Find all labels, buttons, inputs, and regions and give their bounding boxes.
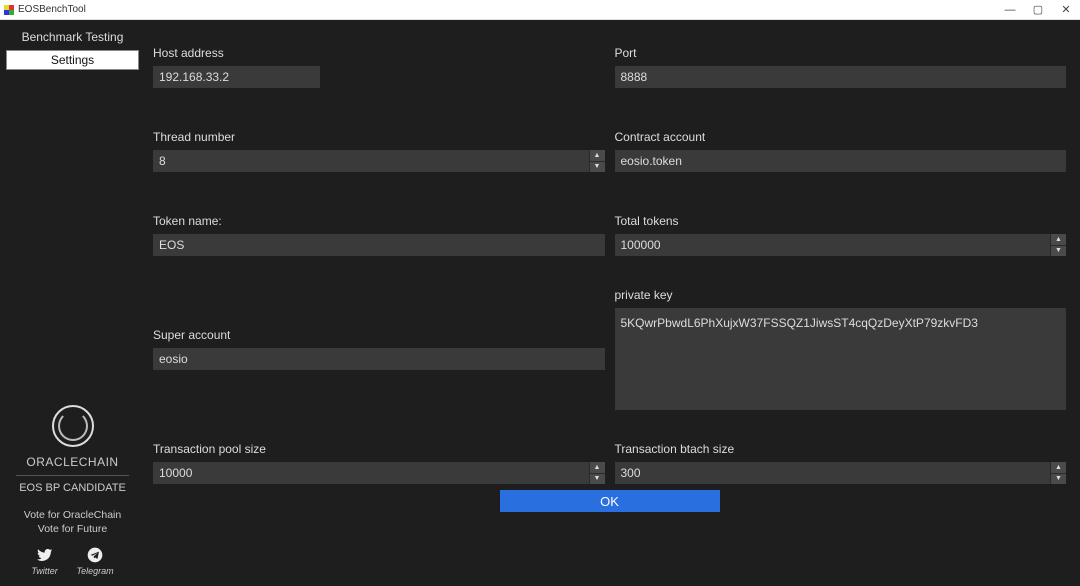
host-input[interactable] xyxy=(153,66,320,88)
host-label: Host address xyxy=(153,46,605,60)
brand-logo-icon xyxy=(52,405,94,447)
close-button[interactable]: ✕ xyxy=(1052,0,1080,20)
superacct-input[interactable] xyxy=(153,348,605,370)
token-label: Token name: xyxy=(153,214,605,228)
token-input[interactable] xyxy=(153,234,605,256)
sidebar-tab-settings[interactable]: Settings xyxy=(6,50,139,70)
total-spinner[interactable]: ▲▼ xyxy=(1050,234,1066,256)
superacct-label: Super account xyxy=(153,328,605,342)
batchsize-input[interactable] xyxy=(615,462,1067,484)
twitter-icon xyxy=(37,547,53,563)
brand-name: ORACLECHAIN xyxy=(16,455,129,476)
port-label: Port xyxy=(615,46,1067,60)
batchsize-label: Transaction btach size xyxy=(615,442,1067,456)
port-input[interactable] xyxy=(615,66,1067,88)
thread-input[interactable] xyxy=(153,150,605,172)
vote-line-1: Vote for OracleChain xyxy=(10,508,135,523)
window-titlebar: EOSBenchTool — ▢ ✕ xyxy=(0,0,1080,20)
contract-label: Contract account xyxy=(615,130,1067,144)
thread-spinner[interactable]: ▲▼ xyxy=(589,150,605,172)
poolsize-label: Transaction pool size xyxy=(153,442,605,456)
minimize-button[interactable]: — xyxy=(996,0,1024,20)
contract-input[interactable] xyxy=(615,150,1067,172)
settings-form: Host address Port Thread number ▲▼ xyxy=(145,20,1080,586)
maximize-button[interactable]: ▢ xyxy=(1024,0,1052,20)
sidebar-tab-benchmark[interactable]: Benchmark Testing xyxy=(0,26,145,48)
ok-button[interactable]: OK xyxy=(500,490,720,512)
social-twitter[interactable]: Twitter xyxy=(31,547,57,576)
sidebar: Benchmark Testing Settings ORACLECHAIN E… xyxy=(0,20,145,586)
social-label: Telegram xyxy=(76,566,113,576)
privkey-label: private key xyxy=(615,288,1067,302)
brand-sub: EOS BP CANDIDATE xyxy=(16,482,129,500)
total-input[interactable] xyxy=(615,234,1067,256)
poolsize-spinner[interactable]: ▲▼ xyxy=(589,462,605,484)
sidebar-tab-label: Settings xyxy=(51,53,94,67)
window-title: EOSBenchTool xyxy=(18,4,86,15)
sidebar-tab-label: Benchmark Testing xyxy=(22,30,124,44)
thread-label: Thread number xyxy=(153,130,605,144)
poolsize-input[interactable] xyxy=(153,462,605,484)
batchsize-spinner[interactable]: ▲▼ xyxy=(1050,462,1066,484)
telegram-icon xyxy=(87,547,103,563)
total-label: Total tokens xyxy=(615,214,1067,228)
vote-line-2: Vote for Future xyxy=(10,522,135,537)
app-icon xyxy=(4,5,14,15)
social-label: Twitter xyxy=(31,566,57,576)
privkey-input[interactable] xyxy=(615,308,1067,410)
social-telegram[interactable]: Telegram xyxy=(76,547,113,576)
